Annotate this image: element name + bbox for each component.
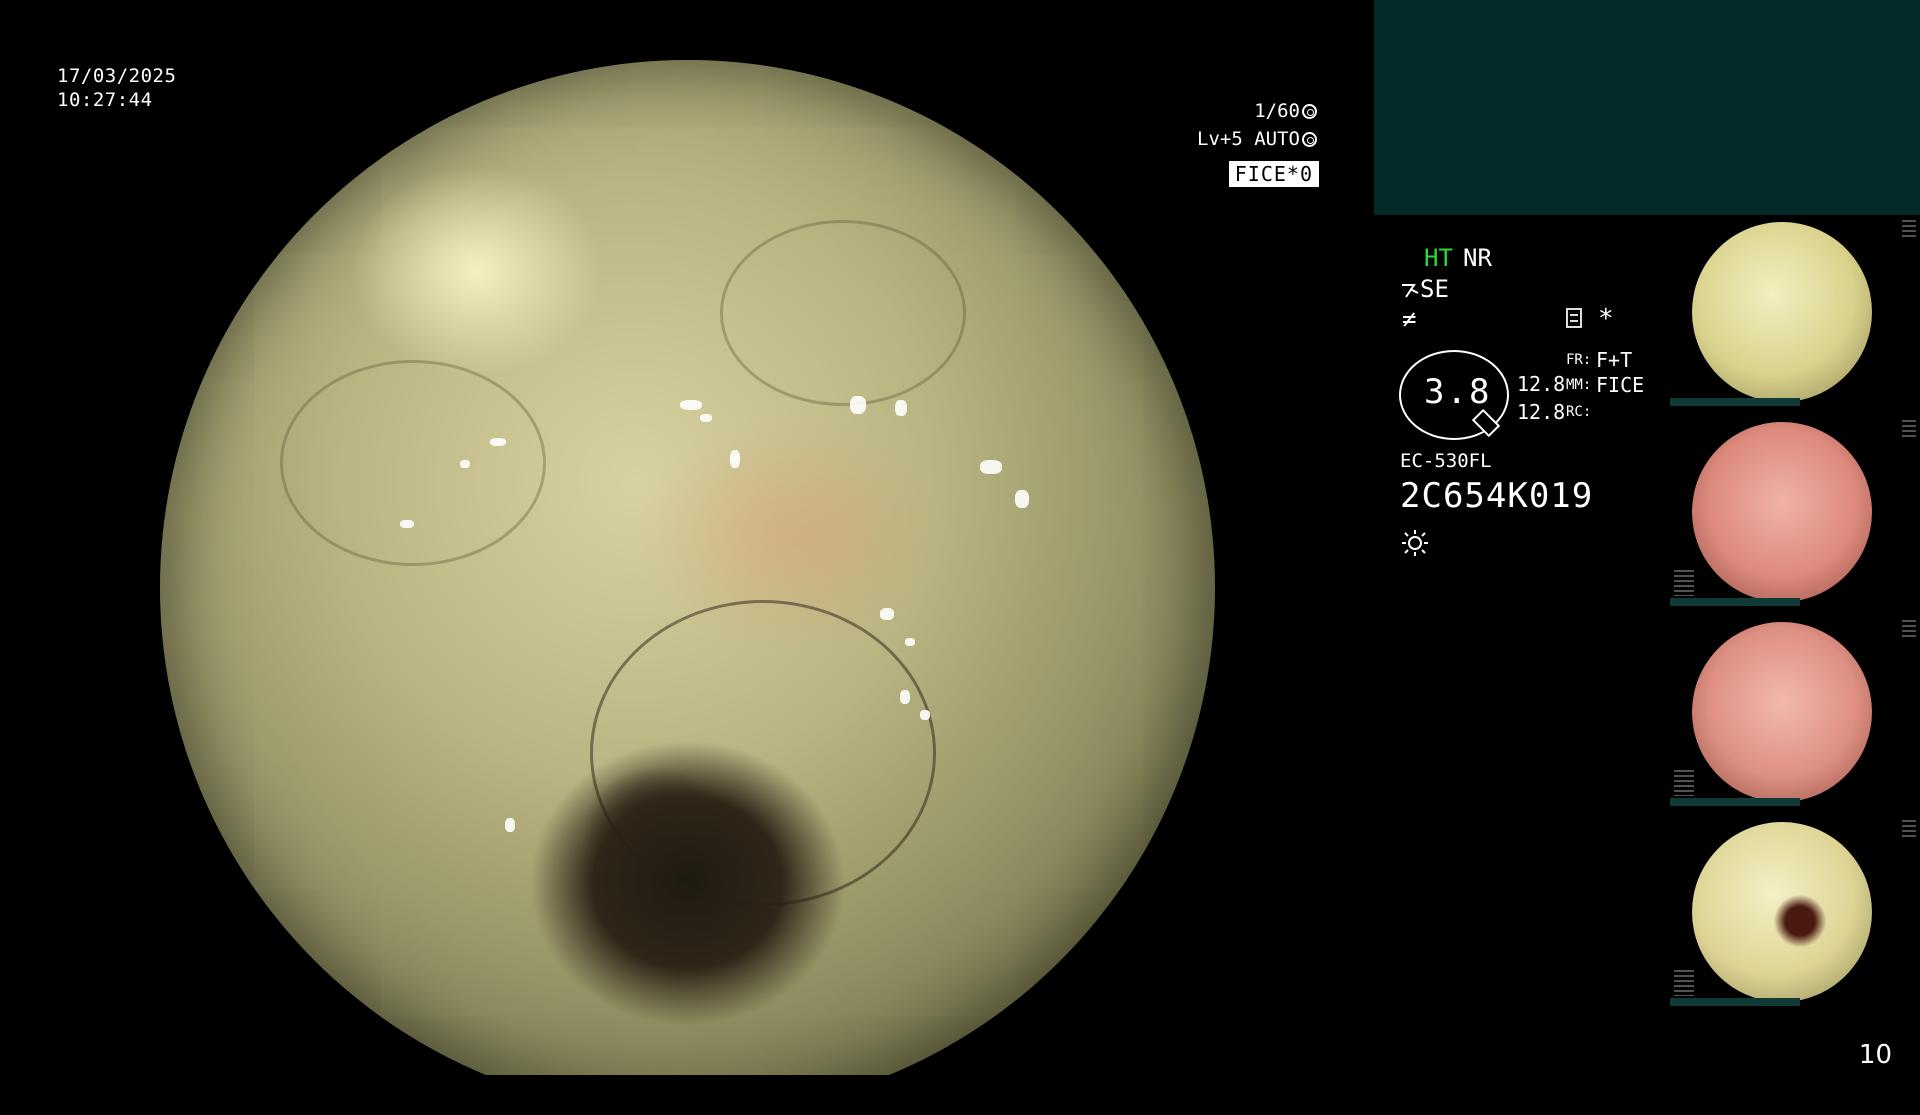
asterisk-indicator: * — [1598, 304, 1614, 334]
light-icon — [1402, 530, 1428, 556]
mm-value: FICE — [1596, 373, 1645, 397]
memory-icon — [1566, 308, 1582, 328]
page-number: 10 — [1858, 1040, 1892, 1070]
scope-serial: 2C654K019 — [1400, 476, 1594, 516]
structure-enhance-icon — [1402, 284, 1419, 298]
thumbnail-image — [1692, 622, 1872, 802]
se-label: SE — [1420, 275, 1449, 303]
fice-mode-badge: FICE*0 — [1228, 161, 1319, 187]
datetime-overlay: 17/03/2025 10:27:44 — [57, 64, 176, 112]
iris-icon — [1302, 132, 1317, 147]
thumbnail-1[interactable] — [1670, 216, 1920, 406]
thumbnail-3[interactable] — [1670, 616, 1920, 806]
mm-label: MM: — [1566, 377, 1592, 393]
nr-indicator: NR — [1463, 244, 1492, 272]
ht-indicator: HT — [1424, 244, 1453, 272]
rc-label: RC: — [1566, 404, 1592, 420]
thumbnail-2[interactable] — [1670, 416, 1920, 606]
thumbnail-image — [1692, 422, 1872, 602]
info-panel-header — [1374, 0, 1920, 215]
value-bottom: 12.8 — [1517, 400, 1566, 424]
endoscope-view — [160, 60, 1215, 1075]
endoscope-image — [160, 60, 1215, 1075]
thumbnail-4[interactable] — [1670, 816, 1920, 1006]
time-text: 10:27:44 — [57, 89, 153, 111]
se-indicator: SE — [1400, 275, 1449, 303]
f-symbol-icon: ≠ — [1402, 305, 1417, 333]
fr-value: F+T — [1596, 348, 1633, 372]
scope-model: EC-530FL — [1400, 450, 1492, 472]
date-text: 17/03/2025 — [57, 65, 177, 87]
level-value: Lv+5 AUTO — [1197, 128, 1300, 150]
thumbnail-image — [1692, 222, 1872, 402]
fr-label: FR: — [1566, 352, 1592, 368]
level-readout: Lv+5 AUTO — [1197, 128, 1317, 150]
shutter-value: 1/60 — [1254, 100, 1300, 122]
shutter-readout: 1/60 — [1254, 100, 1317, 122]
thumbnail-image — [1692, 822, 1872, 1002]
gauge-value: 3.8 — [1424, 372, 1492, 412]
shutter-icon — [1302, 104, 1317, 119]
value-top: 12.8 — [1517, 372, 1566, 396]
